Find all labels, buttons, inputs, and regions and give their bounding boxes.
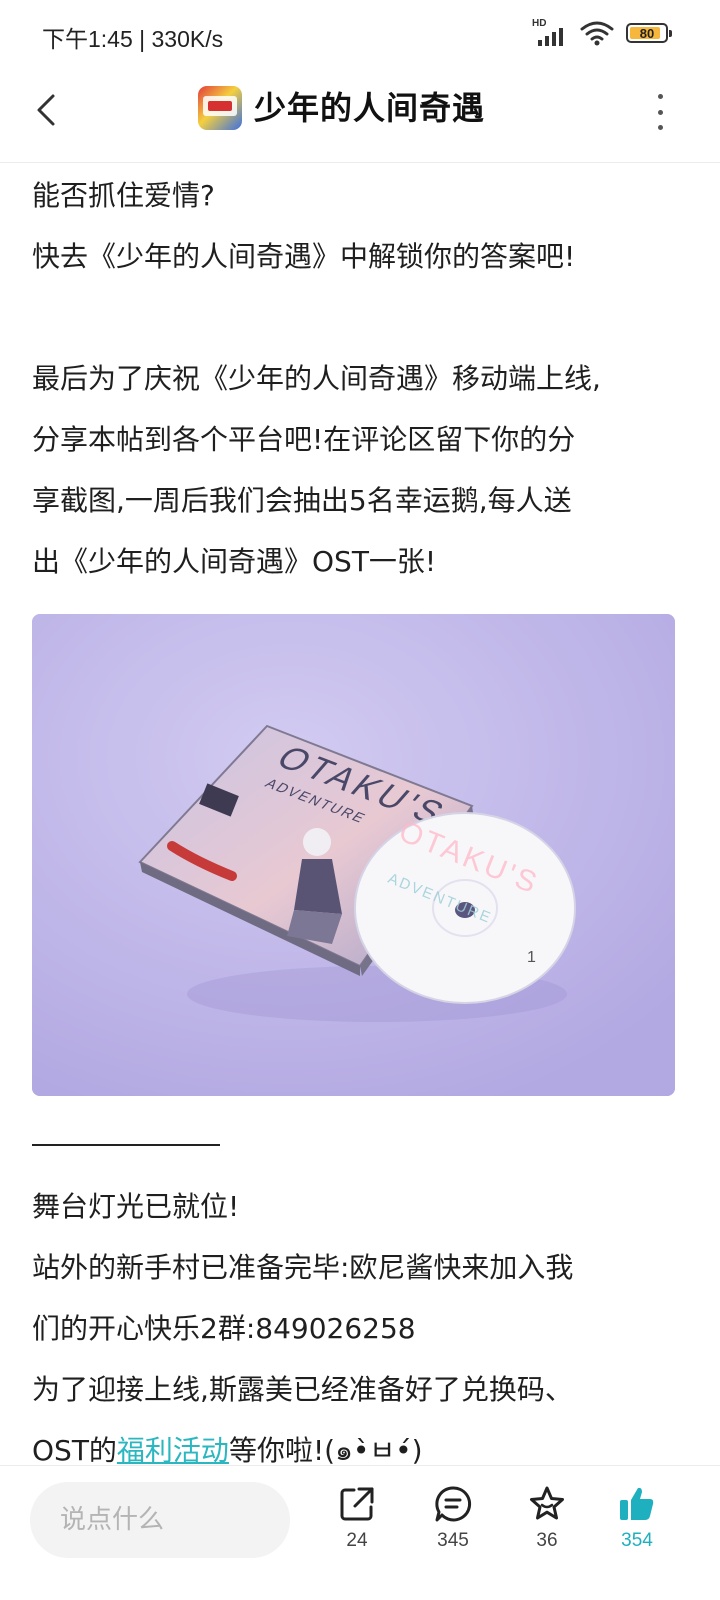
page-title: 少年的人间奇遇 xyxy=(254,89,486,127)
favorite-count: 36 xyxy=(536,1530,558,1551)
post-line: 能否抓住爱情? xyxy=(32,179,215,212)
more-dot-icon xyxy=(657,94,663,99)
back-button[interactable] xyxy=(26,90,66,130)
ost-album-image[interactable]: OTAKU'S ADVENTURE OTAKU'S ADVENTURE 1 xyxy=(32,614,675,1096)
comment-button[interactable]: 345 xyxy=(418,1484,488,1552)
status-time: 下午1:45 | 330K/s xyxy=(42,26,224,52)
disc-number: 1 xyxy=(527,949,536,966)
status-bar: 下午1:45 | 330K/s HD 80 xyxy=(0,0,720,70)
post-line: 出《少年的人间奇遇》OST一张! xyxy=(32,545,437,578)
benefit-activity-link[interactable]: 福利活动 xyxy=(117,1434,229,1467)
like-count: 354 xyxy=(621,1530,653,1551)
post-line: 舞台灯光已就位! xyxy=(32,1190,240,1223)
post-line: 站外的新手村已准备完毕:欧尼酱快来加入我 xyxy=(32,1251,574,1284)
post-content: 能否抓住爱情? 快去《少年的人间奇遇》中解锁你的答案吧! 最后为了庆祝《少年的人… xyxy=(32,165,682,1481)
like-button[interactable]: 354 xyxy=(602,1484,672,1552)
battery-icon: 80 xyxy=(626,23,672,43)
post-line: 们的开心快乐2群:849026258 xyxy=(32,1312,416,1345)
share-count: 24 xyxy=(346,1530,368,1551)
bottom-action-bar: 24 345 36 354 xyxy=(0,1465,720,1600)
more-dot-icon xyxy=(657,125,663,130)
post-line: 分享本帖到各个平台吧!在评论区留下你的分 xyxy=(32,423,576,456)
share-button[interactable]: 24 xyxy=(322,1484,392,1552)
post-line: 为了迎接上线,斯露美已经准备好了兑换码、 xyxy=(32,1373,573,1406)
share-icon xyxy=(340,1487,374,1521)
post-line: 快去《少年的人间奇遇》中解锁你的答案吧! xyxy=(32,240,576,273)
status-icons: HD 80 xyxy=(532,18,672,48)
wifi-icon xyxy=(580,21,614,46)
comment-input[interactable] xyxy=(30,1482,290,1558)
top-nav: 少年的人间奇遇 xyxy=(0,70,720,163)
divider xyxy=(32,1144,220,1146)
post-line: 最后为了庆祝《少年的人间奇遇》移动端上线, xyxy=(32,362,601,395)
app-logo-icon xyxy=(198,86,242,130)
star-icon xyxy=(530,1486,564,1520)
back-arrow-icon xyxy=(37,94,55,126)
thumbs-up-icon xyxy=(620,1487,654,1520)
comment-count: 345 xyxy=(437,1530,469,1551)
comment-icon xyxy=(435,1486,472,1522)
battery-level: 80 xyxy=(639,25,655,41)
post-line-suffix: 等你啦!(๑•̀ㅂ•́) xyxy=(228,1434,423,1467)
favorite-button[interactable]: 36 xyxy=(512,1484,582,1552)
post-line-prefix: OST的 xyxy=(32,1434,117,1467)
more-dot-icon xyxy=(657,109,663,115)
cd-illustration: OTAKU'S ADVENTURE OTAKU'S ADVENTURE 1 xyxy=(32,614,675,1096)
post-line: 享截图,一周后我们会抽出5名幸运鹅,每人送 xyxy=(32,484,572,517)
cell-signal-icon: HD xyxy=(532,18,568,48)
more-options-button[interactable] xyxy=(648,94,672,130)
